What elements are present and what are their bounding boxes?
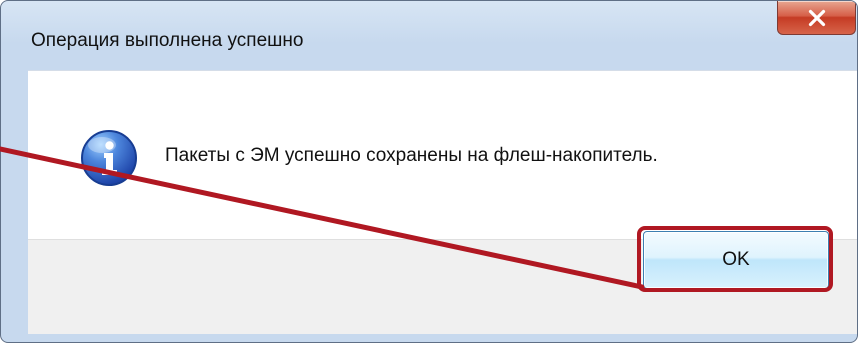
screen: Операция выполнена успешно Пакеты с ЭМ у… <box>0 0 858 343</box>
info-icon <box>81 130 137 186</box>
message-dialog: Операция выполнена успешно Пакеты с ЭМ у… <box>0 0 858 343</box>
dialog-title: Операция выполнена успешно <box>31 30 304 51</box>
message-text: Пакеты с ЭМ успешно сохранены на флеш-на… <box>165 145 658 166</box>
title-bar: Операция выполнена успешно <box>9 1 856 65</box>
ok-button[interactable]: OK <box>643 231 829 289</box>
close-button[interactable] <box>777 1 856 35</box>
close-icon <box>808 9 825 26</box>
dialog-content: Пакеты с ЭМ успешно сохранены на флеш-на… <box>28 70 857 334</box>
message-area: Пакеты с ЭМ успешно сохранены на флеш-на… <box>28 71 857 239</box>
